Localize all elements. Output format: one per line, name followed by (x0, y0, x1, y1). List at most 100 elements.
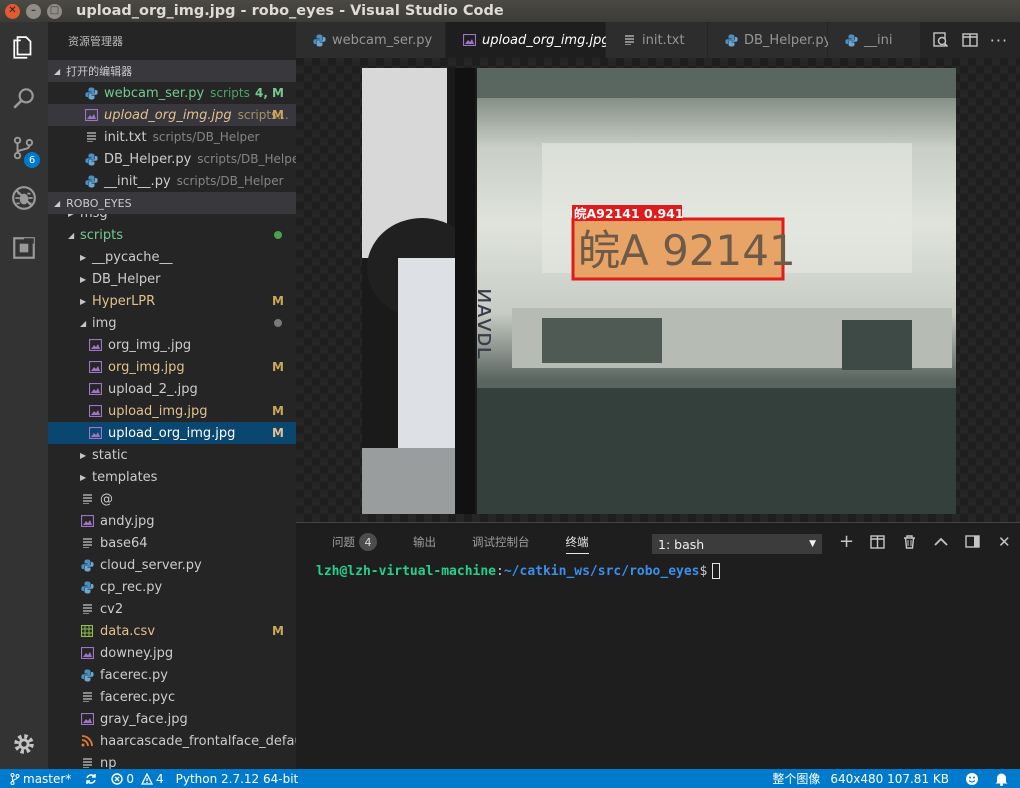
editor-tab[interactable]: webcam_ser.py (296, 22, 446, 58)
editor-tab[interactable]: init.txt (606, 22, 708, 58)
tree-item[interactable]: cp_rec.py (48, 576, 296, 598)
open-editor-item[interactable]: __init__.py scripts/DB_Helper (48, 170, 296, 192)
tree-item-label: downey.jpg (100, 645, 174, 661)
image-file-icon (88, 382, 102, 396)
prompt-user: lzh@lzh-virtual-machine (316, 563, 497, 579)
search-icon (13, 88, 34, 109)
chevron-up-icon[interactable] (934, 537, 948, 547)
toggle-panel-position-icon[interactable] (965, 535, 980, 548)
open-editor-item[interactable]: init.txt scripts/DB_Helper (48, 126, 296, 148)
feedback-button[interactable] (965, 772, 979, 786)
editor-tab[interactable]: upload_org_img.jpg✕ (446, 22, 635, 58)
bell-icon (995, 773, 1008, 786)
smiley-icon (966, 772, 978, 785)
image-file-icon (84, 108, 98, 122)
debug-activity[interactable] (0, 174, 48, 222)
scm-activity[interactable]: 6 (0, 124, 48, 172)
open-editors-list: webcam_ser.py scripts 4, M upload_org_img.j… (48, 82, 296, 192)
tree-item[interactable]: ▶ templates (48, 466, 296, 488)
split-editor-icon[interactable] (962, 32, 978, 48)
extensions-activity[interactable] (0, 224, 48, 272)
tree-item-label: cp_rec.py (100, 579, 163, 595)
tree-item[interactable]: ▶ HyperLPR M (48, 290, 296, 312)
window-minimize-button[interactable]: – (26, 3, 41, 19)
terminal-output[interactable]: lzh@lzh-virtual-machine: ~/catkin_ws/src/… (296, 561, 1020, 581)
tree-item[interactable]: data.csv M (48, 620, 296, 642)
tree-item[interactable]: upload_img.jpg M (48, 400, 296, 422)
tree-item[interactable]: ◢ scripts (48, 224, 296, 246)
image-mode[interactable]: 整个图像 (772, 770, 820, 787)
tree-item[interactable]: facerec.py (48, 664, 296, 686)
close-panel-icon[interactable]: ✕ (998, 533, 1011, 551)
open-editor-item[interactable]: DB_Helper.py scripts/DB_Helper (48, 148, 296, 170)
open-editor-item[interactable]: upload_org_img.jpg scripts... M (48, 104, 296, 126)
tree-item[interactable]: facerec.pyc (48, 686, 296, 708)
open-editor-name: DB_Helper.py (104, 151, 192, 167)
tree-item[interactable]: org_img.jpg M (48, 356, 296, 378)
tab-debug-console[interactable]: 调试控制台 (472, 523, 530, 561)
open-preview-icon[interactable] (932, 31, 950, 49)
terminal-select[interactable]: 1: bash ▼ (652, 534, 822, 554)
tree-item[interactable]: ▶ static (48, 444, 296, 466)
split-terminal-icon[interactable] (870, 535, 885, 549)
sign-text: ᴎᴀᴠᴅʟ (472, 288, 500, 359)
tree-item[interactable]: ▶ __pycache__ (48, 246, 296, 268)
open-editor-path: scripts (210, 86, 250, 100)
tree-item-label: scripts (80, 227, 123, 243)
project-label: ROBO_EYES (66, 196, 132, 210)
sync-button[interactable] (85, 773, 97, 785)
trash-icon[interactable] (903, 535, 916, 549)
tree-item[interactable]: cv2 (48, 598, 296, 620)
explorer-activity[interactable] (0, 24, 48, 72)
terminal-select-value: 1: bash (658, 536, 705, 552)
image-file-icon (80, 712, 94, 726)
python-file-icon (724, 33, 738, 47)
extensions-icon (13, 237, 35, 259)
image-file-icon (88, 360, 102, 374)
tab-terminal[interactable]: 终端 (565, 530, 589, 554)
problems-status[interactable]: 0 4 (111, 772, 164, 786)
tree-item-label: haarcascade_frontalface_default... (100, 733, 296, 749)
tab-problems[interactable]: 问题 4 (332, 523, 377, 561)
window-title: upload_org_img.jpg - robo_eyes - Visual … (76, 3, 504, 19)
tree-item[interactable]: upload_2_.jpg (48, 378, 296, 400)
more-actions-icon[interactable]: ··· (990, 31, 1008, 50)
window-maximize-button[interactable]: □ (47, 3, 62, 19)
tree-item[interactable]: base64 (48, 532, 296, 554)
tree-item[interactable]: ▶ DB_Helper (48, 268, 296, 290)
search-activity[interactable] (0, 74, 48, 122)
status-bar: master* 0 4 Python 2.7.12 64-bit 整个图像 64… (0, 769, 1020, 788)
tree-item[interactable]: upload_org_img.jpg M (48, 422, 296, 444)
tree-item-label: org_img.jpg (108, 359, 185, 375)
tab-terminal-label: 终端 (565, 534, 589, 549)
branch-status[interactable]: master* (10, 772, 71, 786)
settings-activity[interactable] (0, 720, 48, 768)
window-close-button[interactable]: ✕ (5, 3, 20, 19)
tree-item[interactable]: cloud_server.py (48, 554, 296, 576)
tree-item[interactable]: ◢ img (48, 312, 296, 334)
tab-output[interactable]: 输出 (413, 523, 436, 561)
tree-item-label: upload_2_.jpg (108, 381, 198, 397)
python-interpreter[interactable]: Python 2.7.12 64-bit (176, 772, 299, 786)
tree-item[interactable]: np (48, 752, 296, 769)
tree-item-label: data.csv (100, 623, 156, 639)
tree-item[interactable]: downey.jpg (48, 642, 296, 664)
tree-item[interactable]: org_img_.jpg (48, 334, 296, 356)
notifications-button[interactable] (995, 772, 1008, 786)
new-terminal-icon[interactable]: + (839, 531, 854, 552)
tree-item[interactable]: @ (48, 488, 296, 510)
tree-item[interactable]: gray_face.jpg (48, 708, 296, 730)
editor-tab-label: DB_Helper.py (744, 32, 832, 48)
open-editors-header[interactable]: ◢ 打开的编辑器 (48, 60, 296, 82)
open-editor-path: scripts/DB_Helper (176, 174, 284, 188)
git-status-badge: M (272, 360, 284, 374)
tree-item-label: org_img_.jpg (108, 337, 192, 353)
tree-item[interactable]: haarcascade_frontalface_default... (48, 730, 296, 752)
tree-item[interactable]: andy.jpg (48, 510, 296, 532)
open-editor-item[interactable]: webcam_ser.py scripts 4, M (48, 82, 296, 104)
tree-partial-row[interactable]: ▶ msg (48, 214, 296, 224)
project-header[interactable]: ◢ ROBO_EYES (48, 192, 296, 214)
editor-tab[interactable]: DB_Helper.py (708, 22, 832, 58)
editor-tab[interactable]: __ini (828, 22, 928, 58)
image-file-icon (88, 426, 102, 440)
